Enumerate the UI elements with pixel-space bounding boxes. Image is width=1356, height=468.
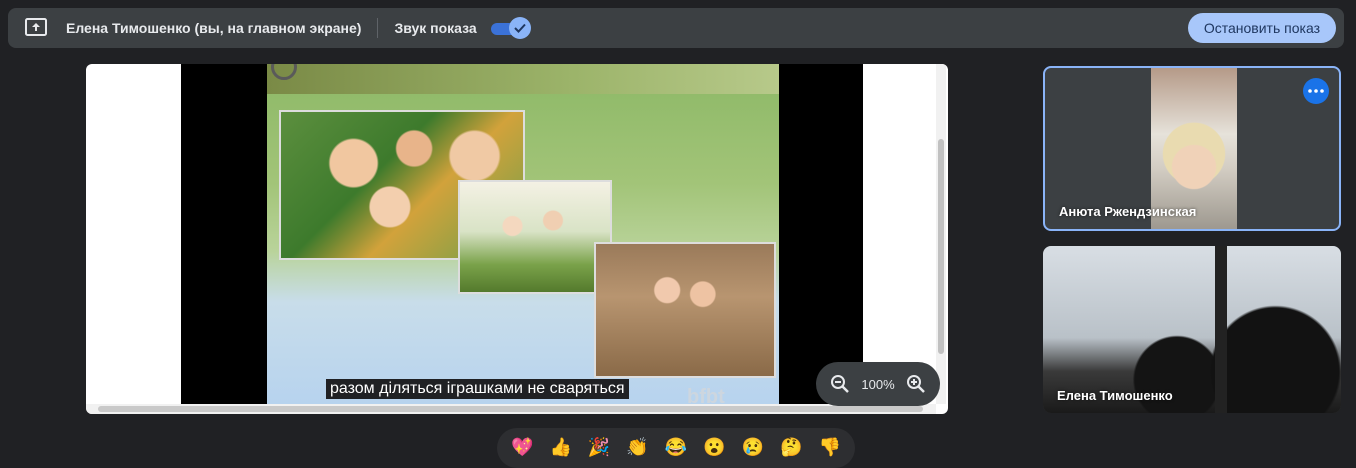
window-frame [1215,246,1227,413]
thumbs-down-icon[interactable]: 👎 [817,434,843,460]
zoom-out-icon[interactable] [828,372,852,396]
participant-tile[interactable]: Елена Тимошенко [1043,246,1341,413]
scrollbar-thumb[interactable] [98,406,923,412]
presenting-bar: Елена Тимошенко (вы, на главном экране) … [8,8,1344,48]
zoom-in-icon[interactable] [904,372,928,396]
zoom-level: 100% [861,376,895,392]
sound-label: Звук показа [394,20,477,36]
video-caption: разом діляться іграшками не сваряться [326,379,629,399]
surprised-face-icon[interactable]: 😮 [701,434,727,460]
more-options-icon[interactable] [1303,78,1329,104]
sound-toggle[interactable] [490,17,531,39]
divider [377,18,379,38]
stop-presenting-button[interactable]: Остановить показ [1187,13,1336,43]
horizontal-scrollbar[interactable] [86,404,936,414]
thumbs-up-icon[interactable]: 👍 [548,434,574,460]
presentation-slide: bfbt [267,64,779,404]
sad-face-icon[interactable]: 😢 [740,434,766,460]
slide-watermark: bfbt [687,386,725,404]
reactions-bar: 💖 👍 🎉 👏 😂 😮 😢 🤔 👎 [497,428,855,468]
check-icon [508,17,531,39]
tears-of-joy-icon[interactable]: 😂 [663,434,689,460]
vertical-scrollbar[interactable] [936,64,946,404]
zoom-control: 100% [816,362,940,406]
sparkling-heart-icon[interactable]: 💖 [509,434,535,460]
present-screen-icon [24,16,48,40]
children-photo-3 [594,242,776,378]
presenter-label: Елена Тимошенко (вы, на главном экране) [66,20,362,36]
scrollbar-thumb[interactable] [938,139,944,354]
participant-tile[interactable]: Анюта Ржендзинская [1043,66,1341,231]
clapping-hands-icon[interactable]: 👏 [625,434,651,460]
party-popper-icon[interactable]: 🎉 [586,434,612,460]
children-photo-2 [458,180,612,294]
thinking-face-icon[interactable]: 🤔 [778,434,804,460]
participant-name: Елена Тимошенко [1057,388,1173,403]
shared-screen: bfbt разом діляться іграшками не сварять… [86,64,948,414]
slide-header-strip [267,64,779,94]
participant-name: Анюта Ржендзинская [1059,204,1197,219]
